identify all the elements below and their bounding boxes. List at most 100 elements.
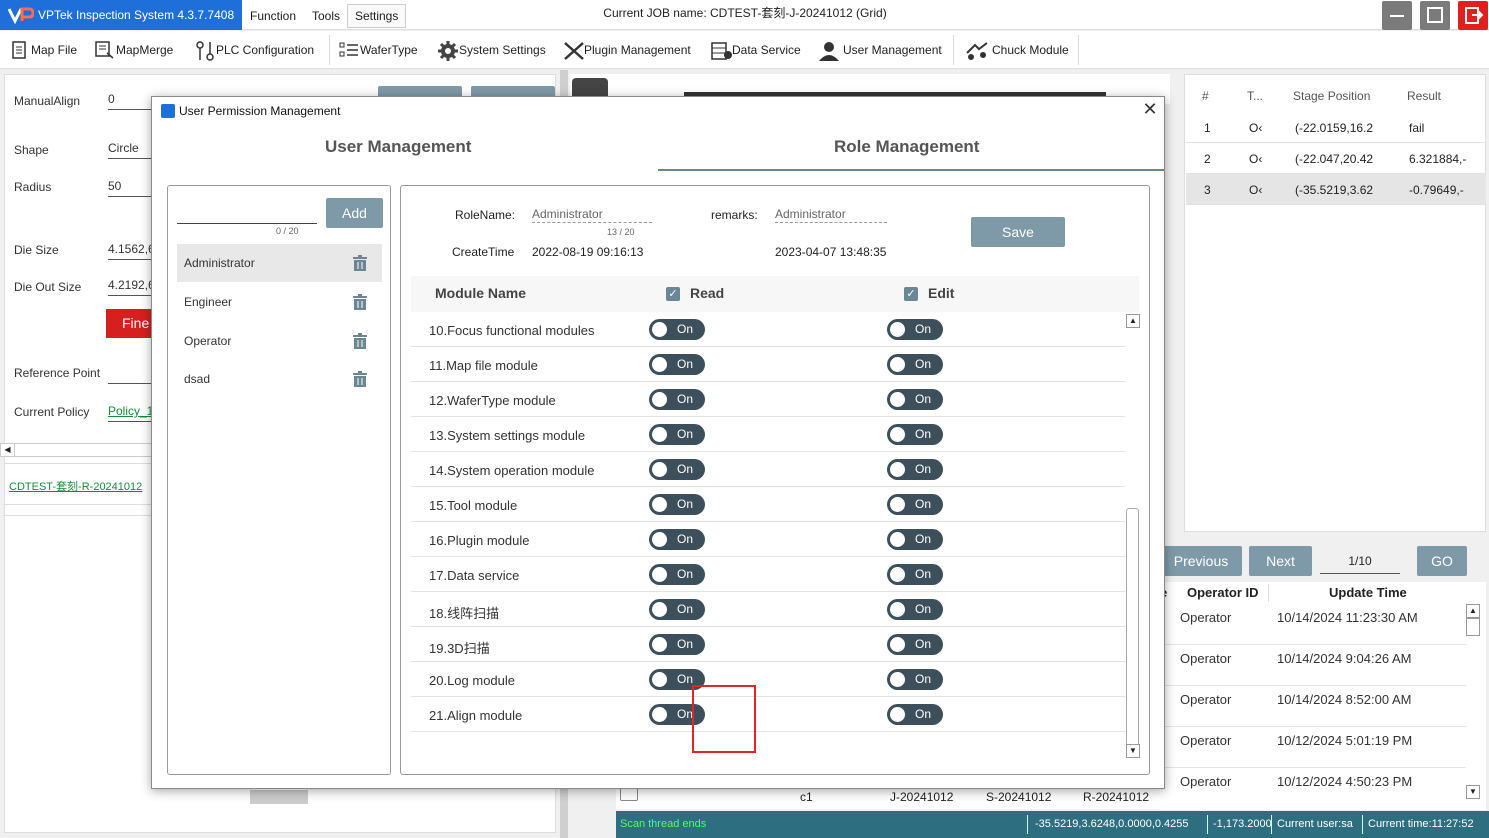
edit-toggle[interactable]: On xyxy=(887,634,943,655)
operator-header-id: Operator ID xyxy=(1187,585,1259,600)
system-settings-button[interactable]: System Settings xyxy=(438,39,546,61)
tab-user-management[interactable]: User Management xyxy=(325,137,471,157)
job-file-link[interactable]: CDTEST-套刻-R-20241012 xyxy=(9,478,142,494)
edit-toggle[interactable]: On xyxy=(887,319,943,340)
trash-icon[interactable] xyxy=(353,371,367,387)
toggle-knob xyxy=(890,497,905,512)
mapmerge-button[interactable]: MapMerge xyxy=(95,39,173,61)
user-list-item[interactable]: Operator xyxy=(177,322,382,360)
user-list-item[interactable]: dsad xyxy=(177,360,382,398)
scroll-thumb[interactable] xyxy=(1126,508,1139,748)
minimize-button[interactable] xyxy=(1382,1,1412,30)
read-toggle[interactable]: On xyxy=(649,634,705,655)
user-list-item[interactable]: Engineer xyxy=(177,283,382,321)
row-index: 3 xyxy=(1204,183,1211,197)
trash-icon[interactable] xyxy=(353,294,367,310)
read-toggle[interactable]: On xyxy=(649,389,705,410)
shape-label: Shape xyxy=(14,143,49,157)
exit-button[interactable] xyxy=(1458,1,1488,30)
results-header-type: T... xyxy=(1247,89,1264,103)
plugin-management-button[interactable]: Plugin Management xyxy=(563,39,691,61)
cell-r: R-20241012 xyxy=(1083,790,1150,804)
plc-configuration-button[interactable]: PLC Configuration xyxy=(195,39,314,61)
toggle-knob xyxy=(652,392,667,407)
scroll-down-arrow-icon[interactable]: ▼ xyxy=(1466,785,1480,799)
add-user-button[interactable]: Add xyxy=(326,198,383,228)
table-row[interactable]: Operator 10/12/2024 5:01:19 PM xyxy=(1160,727,1466,768)
edit-toggle[interactable]: On xyxy=(887,494,943,515)
toggle-label: On xyxy=(915,427,932,441)
edit-toggle[interactable]: On xyxy=(887,704,943,725)
read-toggle[interactable]: On xyxy=(649,494,705,515)
active-tab-indicator xyxy=(658,169,1164,171)
permission-row: 10.Focus functional modules On On xyxy=(411,312,1125,347)
toggle-label: On xyxy=(677,637,694,651)
row-operator: Operator xyxy=(1180,651,1232,666)
data-service-button[interactable]: Data Service xyxy=(711,39,801,61)
table-row-selected[interactable]: 3 O‹ (-35.5219,3.62 -0.79649,- xyxy=(1186,174,1486,205)
edit-toggle[interactable]: On xyxy=(887,564,943,585)
read-all-checkbox[interactable]: ✓ xyxy=(666,287,680,301)
column-divider xyxy=(1268,584,1269,602)
table-row[interactable]: 2 O‹ (-22.047,20.42 6.321884,- xyxy=(1186,143,1486,174)
menu-function[interactable]: Function xyxy=(242,4,304,28)
read-toggle[interactable]: On xyxy=(649,599,705,620)
scroll-left-arrow-icon[interactable]: ◀ xyxy=(1,444,15,456)
table-row[interactable]: 1 O‹ (-22.0159,16.2 fail xyxy=(1186,112,1486,143)
menu-settings[interactable]: Settings xyxy=(347,4,407,28)
table-row[interactable]: Operator 10/14/2024 8:52:00 AM xyxy=(1160,686,1466,727)
table-row[interactable]: Operator 10/14/2024 9:04:26 AM xyxy=(1160,645,1466,686)
edit-toggle[interactable]: On xyxy=(887,529,943,550)
edit-toggle[interactable]: On xyxy=(887,389,943,410)
read-toggle[interactable]: On xyxy=(649,424,705,445)
edit-toggle[interactable]: On xyxy=(887,459,943,480)
read-toggle[interactable]: On xyxy=(649,354,705,375)
remarks-input[interactable]: Administrator xyxy=(775,207,887,223)
edit-toggle[interactable]: On xyxy=(887,599,943,620)
permission-row: 15.Tool module On On xyxy=(411,487,1125,522)
edit-all-checkbox[interactable]: ✓ xyxy=(904,287,918,301)
read-toggle[interactable]: On xyxy=(649,459,705,480)
scroll-up-arrow-icon[interactable]: ▲ xyxy=(1466,604,1480,618)
trash-icon[interactable] xyxy=(353,255,367,271)
new-user-input[interactable] xyxy=(177,198,317,224)
role-name-counter: 13 / 20 xyxy=(607,227,635,237)
toggle-knob xyxy=(890,707,905,722)
table-row[interactable]: Operator 10/12/2024 4:50:23 PM xyxy=(1160,768,1466,809)
edit-toggle[interactable]: On xyxy=(887,354,943,375)
edit-toggle[interactable]: On xyxy=(887,424,943,445)
user-list-item[interactable]: Administrator xyxy=(177,244,382,282)
scroll-thumb[interactable] xyxy=(1466,618,1480,636)
status-coords: -35.5219,3.6248,0.0000,0.4255 xyxy=(1035,818,1189,830)
table-row[interactable]: Operator 10/14/2024 11:23:30 AM xyxy=(1160,604,1466,645)
save-button[interactable]: Save xyxy=(971,217,1065,247)
user-management-button[interactable]: User Management xyxy=(818,39,942,61)
scroll-up-arrow-icon[interactable]: ▲ xyxy=(1126,314,1140,328)
next-page-button[interactable]: Next xyxy=(1249,546,1312,576)
chuck-module-button[interactable]: Chuck Module xyxy=(965,39,1069,61)
row-time: 10/14/2024 11:23:30 AM xyxy=(1277,610,1418,625)
close-icon[interactable]: ✕ xyxy=(1141,100,1159,120)
page-number-input[interactable]: 1/10 xyxy=(1320,548,1400,574)
maximize-button[interactable] xyxy=(1420,1,1450,30)
wafertype-label: WaferType xyxy=(360,43,418,57)
read-toggle[interactable]: On xyxy=(649,319,705,340)
go-button[interactable]: GO xyxy=(1417,546,1467,576)
read-toggle[interactable]: On xyxy=(649,564,705,585)
scroll-down-arrow-icon[interactable]: ▼ xyxy=(1126,744,1140,758)
edit-toggle[interactable]: On xyxy=(887,669,943,690)
toggle-label: On xyxy=(915,707,932,721)
wafertype-button[interactable]: WaferType xyxy=(339,39,418,61)
module-name: 20.Log module xyxy=(429,673,516,688)
trash-icon[interactable] xyxy=(353,333,367,349)
tab-role-management[interactable]: Role Management xyxy=(834,137,979,157)
map-file-button[interactable]: Map File xyxy=(10,39,77,61)
read-toggle[interactable]: On xyxy=(649,529,705,550)
menu-tools[interactable]: Tools xyxy=(304,4,348,28)
role-name-input[interactable]: Administrator xyxy=(532,207,652,223)
row-operator: Operator xyxy=(1180,692,1232,707)
operator-table-scrollbar[interactable]: ▲ ▼ xyxy=(1466,604,1480,804)
module-name: 13.System settings module xyxy=(429,428,586,443)
permission-scrollbar[interactable]: ▲ ▼ xyxy=(1125,312,1141,762)
previous-page-button[interactable]: Previous xyxy=(1160,546,1242,576)
